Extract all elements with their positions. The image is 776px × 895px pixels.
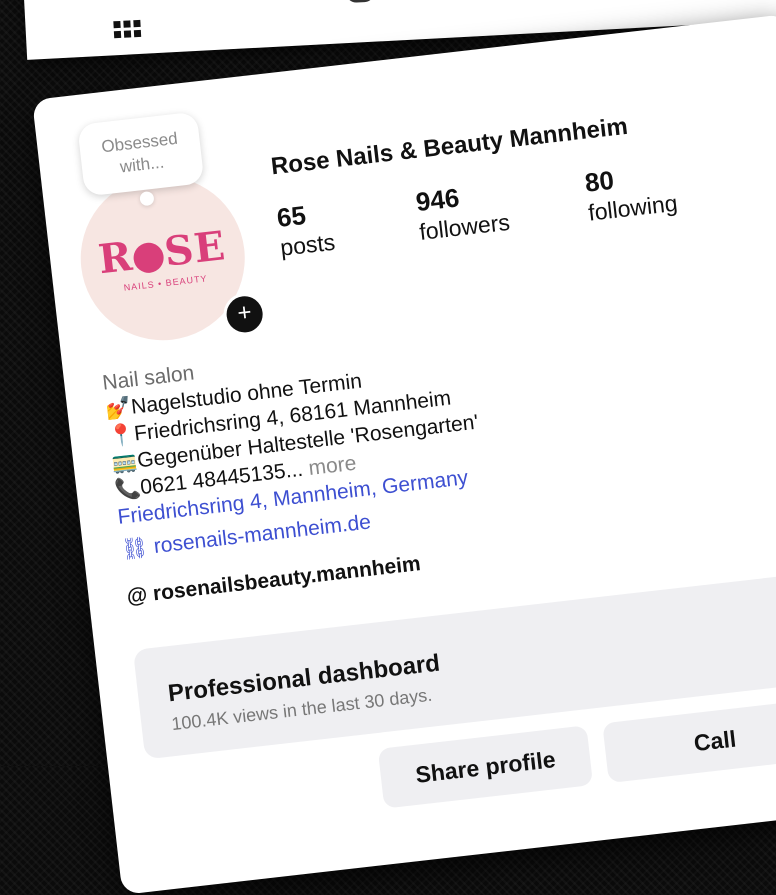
profile-card: R SE NAILS • BEAUTY + Obsessed with... Ro… [32,13,776,895]
note-bubble[interactable]: Obsessed with... [77,111,205,197]
phone-icon: 📞 [113,476,143,503]
following-stat[interactable]: 80 following [583,158,679,228]
call-button[interactable]: Call [602,698,776,784]
profile-name: Rose Nails & Beauty Mannheim [269,112,630,181]
share-profile-button[interactable]: Share profile [377,725,594,809]
threads-icon: @ [125,583,149,609]
grid-icon[interactable] [113,19,142,39]
more-link[interactable]: more [307,452,357,480]
posts-stat[interactable]: 65 posts [275,197,336,263]
pin-icon: 📍 [107,422,136,449]
logo-wordmark: R SE [96,221,229,283]
bio: Nail salon 💅 Nagelstudio ohne Termin 📍 F… [101,297,764,610]
rose-icon [132,240,166,274]
nail-polish-icon: 💅 [104,395,133,422]
avatar[interactable]: R SE NAILS • BEAUTY + [71,167,268,355]
reels-icon[interactable] [345,0,375,4]
tram-icon: 🚃 [110,449,139,476]
link-icon: ⛓ [120,535,150,562]
followers-stat[interactable]: 946 followers [414,177,511,247]
